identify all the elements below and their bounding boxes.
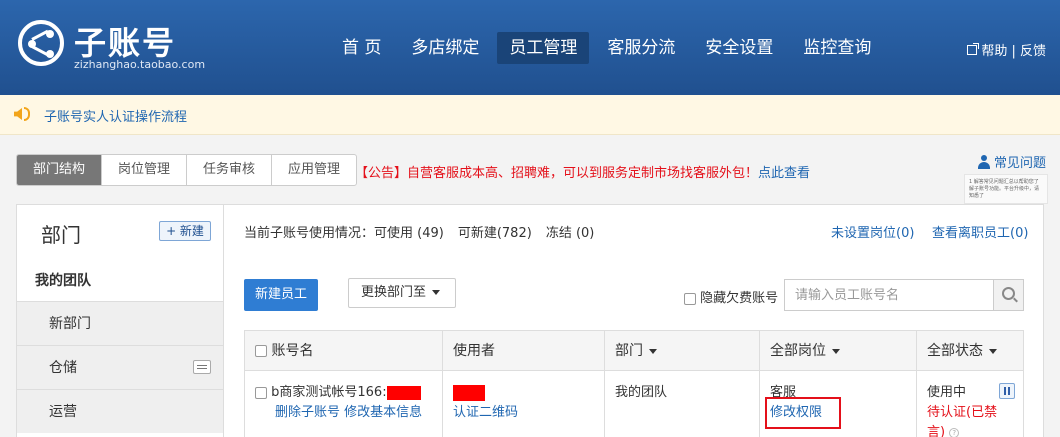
search-input[interactable] (785, 280, 993, 310)
departed-employees-link[interactable]: 查看离职员工(0) (932, 222, 1028, 241)
question-icon[interactable]: ? (949, 427, 960, 437)
row-checkbox[interactable] (255, 386, 267, 399)
announcement-text: 【公告】自营客服成本高、招聘难，可以到服务定制市场找客服外包！ (355, 166, 759, 181)
header-account-label: 账号名 (271, 343, 314, 359)
person-icon (977, 154, 990, 169)
chevron-down-icon (432, 290, 441, 295)
logo-icon[interactable] (18, 20, 64, 66)
pending-verification: 待认证(已禁言) (927, 405, 998, 437)
help-feedback-label: 帮助 | 反馈 (981, 44, 1046, 59)
announcement-link[interactable]: 点此查看 (758, 166, 810, 181)
help-feedback-link[interactable]: 帮助 | 反馈 (967, 40, 1046, 59)
department-title: 部门 (41, 223, 81, 247)
cell-status: 使用中 待认证(已禁言) ? (917, 371, 1023, 437)
delete-subaccount-link[interactable]: 删除子账号 (275, 405, 340, 420)
external-link-icon (967, 42, 980, 55)
hide-arrears-checkbox[interactable] (684, 292, 696, 305)
dept-item-label: 运营 (49, 404, 77, 420)
search-icon[interactable] (993, 280, 1023, 310)
new-department-button[interactable]: + 新建 (159, 221, 211, 241)
row-department: 我的团队 (615, 385, 668, 400)
highlight-box (765, 397, 841, 429)
nav-home[interactable]: 首 页 (330, 32, 393, 64)
chevron-down-icon (989, 348, 997, 354)
redaction-mark (386, 385, 421, 400)
header-post-label: 全部岗位 (770, 343, 826, 359)
unset-post-link[interactable]: 未设置岗位(0) (831, 222, 914, 241)
header-department-filter[interactable]: 部门 (605, 331, 760, 370)
announcement: 【公告】自营客服成本高、招聘难，可以到服务定制市场找客服外包！点此查看 (355, 162, 810, 181)
hide-arrears-label: 隐藏欠费账号 (700, 291, 779, 306)
header: 子账号 zizhanghao.taobao.com 首 页 多店绑定 员工管理 … (0, 0, 1060, 95)
tab-app-management[interactable]: 应用管理 (272, 155, 356, 185)
nav-service-routing[interactable]: 客服分流 (595, 32, 687, 64)
usage-available: 可使用 (49) (374, 226, 444, 241)
header-status-filter[interactable]: 全部状态 (917, 331, 1023, 370)
section-tabs: 部门结构 岗位管理 任务审核 应用管理 (16, 154, 358, 186)
nav-multi-store[interactable]: 多店绑定 (399, 32, 491, 64)
department-panel: 部门 + 新建 我的团队 新部门 仓储 运营 (16, 204, 224, 437)
usage-summary: 当前子账号使用情况：可使用 (49) 可新建(782) 冻结 (0) (244, 222, 608, 241)
tab-department-structure[interactable]: 部门结构 (17, 155, 103, 185)
nav-monitoring[interactable]: 监控查询 (791, 32, 883, 64)
header-status-label: 全部状态 (927, 343, 983, 359)
verification-guide-link[interactable]: 子账号实人认证操作流程 (44, 106, 187, 125)
my-team-item[interactable]: 我的团队 (17, 261, 223, 301)
cell-department: 我的团队 (605, 371, 760, 437)
dept-item-warehouse[interactable]: 仓储 (17, 345, 223, 389)
table-row: b商家测试帐号166: 删除子账号 修改基本信息 认证二维码 我的团队 客服 修… (245, 371, 1023, 437)
usage-frozen: 冻结 (0) (545, 226, 595, 241)
faq-link[interactable]: 常见问题 (977, 152, 1046, 171)
dept-item-new[interactable]: 新部门 (17, 301, 223, 345)
faq-label: 常见问题 (993, 156, 1046, 171)
nav-employee-management[interactable]: 员工管理 (497, 32, 590, 64)
speaker-icon (14, 108, 22, 120)
edit-info-link[interactable]: 修改基本信息 (344, 405, 422, 420)
faq-note: 1 解答常见问题汇总以帮助您了解子账号功能。平台升级中，请知悉了 (964, 174, 1048, 204)
new-employee-button[interactable]: 新建员工 (244, 279, 318, 311)
chevron-down-icon (649, 348, 657, 354)
dept-item-label: 仓储 (49, 360, 77, 376)
table-header: 账号名 使用者 部门 全部岗位 全部状态 (245, 331, 1023, 371)
dept-item-operations[interactable]: 运营 (17, 389, 223, 433)
header-user: 使用者 (443, 331, 605, 370)
pause-icon[interactable] (999, 383, 1015, 399)
header-account: 账号名 (245, 331, 443, 370)
account-name: b商家测试帐号166: (271, 385, 387, 400)
cell-account: b商家测试帐号166: 删除子账号 修改基本信息 (245, 371, 443, 437)
hide-arrears-toggle[interactable]: 隐藏欠费账号 (684, 287, 778, 306)
dept-item-label: 新部门 (49, 316, 91, 332)
cell-user: 认证二维码 (443, 371, 605, 437)
employee-table: 账号名 使用者 部门 全部岗位 全部状态 b商家测试帐号166: 删除子账号 修… (244, 330, 1024, 437)
redaction-mark (453, 384, 485, 401)
verification-qr-link[interactable]: 认证二维码 (453, 405, 518, 420)
move-department-dropdown[interactable]: 更换部门至 (348, 278, 456, 308)
header-post-filter[interactable]: 全部岗位 (760, 331, 917, 370)
employee-panel: 当前子账号使用情况：可使用 (49) 可新建(782) 冻结 (0) 未设置岗位(0… (224, 204, 1044, 437)
employee-search (784, 279, 1024, 311)
nav-security-settings[interactable]: 安全设置 (693, 32, 785, 64)
cell-post: 客服 修改权限 (760, 371, 917, 437)
header-department-label: 部门 (615, 343, 643, 359)
dept-menu-icon[interactable] (193, 360, 211, 374)
usage-creatable: 可新建(782) (457, 226, 532, 241)
speaker-wave-icon (24, 107, 30, 121)
notice-bar: 子账号实人认证操作流程 (0, 95, 1060, 135)
tab-post-management[interactable]: 岗位管理 (102, 155, 188, 185)
usage-label: 当前子账号使用情况： (244, 226, 375, 241)
brand-domain: zizhanghao.taobao.com (74, 58, 206, 71)
select-all-checkbox[interactable] (255, 345, 267, 357)
chevron-down-icon (832, 348, 840, 354)
tab-task-review[interactable]: 任务审核 (187, 155, 273, 185)
main-nav: 首 页 多店绑定 员工管理 客服分流 安全设置 监控查询 (330, 32, 889, 64)
move-department-label: 更换部门至 (361, 285, 427, 300)
